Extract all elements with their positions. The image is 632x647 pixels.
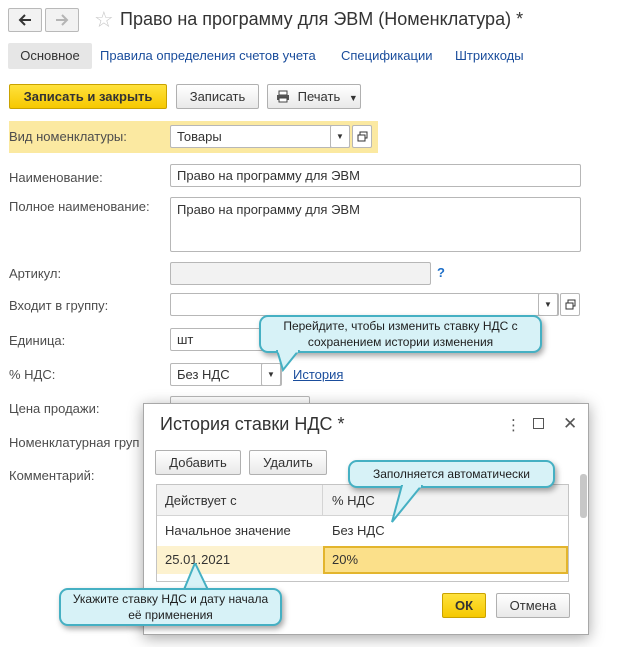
callout-history: Перейдите, чтобы изменить ставку НДС с с…: [259, 315, 542, 353]
callout-auto-pointer: [391, 485, 424, 523]
vat-label: % НДС:: [9, 367, 56, 382]
page-title: Право на программу для ЭВМ (Номенклатура…: [120, 9, 524, 29]
open-button[interactable]: [352, 125, 372, 148]
add-button[interactable]: Добавить: [155, 450, 241, 475]
article-label: Артикул:: [9, 266, 62, 281]
maximize-icon[interactable]: [533, 418, 544, 429]
name-label: Наименование:: [9, 170, 103, 185]
cancel-button[interactable]: Отмена: [496, 593, 570, 618]
nomenclature-group-label: Номенклатурная груп: [9, 435, 140, 450]
table-header: Действует с % НДС: [157, 485, 568, 516]
group-dropdown-button[interactable]: ▼: [538, 293, 558, 316]
callout-history-pointer: [275, 350, 301, 372]
article-field[interactable]: [170, 262, 431, 285]
help-icon[interactable]: ?: [437, 265, 445, 280]
comment-label: Комментарий:: [9, 468, 95, 483]
more-icon[interactable]: ⋮: [506, 416, 521, 434]
unit-label: Единица:: [9, 333, 66, 348]
open-window-icon: [565, 299, 575, 310]
group-label: Входит в группу:: [9, 298, 109, 313]
callout-auto: Заполняется автоматически: [348, 460, 555, 488]
save-and-close-button[interactable]: Записать и закрыть: [9, 84, 167, 109]
tab-barcodes[interactable]: Штрихкоды: [455, 48, 524, 63]
callout-history-text: Перейдите, чтобы изменить ставку НДС с с…: [283, 319, 518, 349]
scrollbar[interactable]: [580, 470, 588, 580]
column-header-date[interactable]: Действует с: [165, 493, 237, 508]
print-label: Печать: [297, 89, 341, 104]
chevron-down-icon: ▼: [336, 132, 344, 141]
arrow-right-icon: [56, 14, 69, 26]
chevron-down-icon: ▼: [544, 300, 552, 309]
callout-specify-text: Укажите ставку НДС и дату начала её прим…: [72, 592, 269, 622]
row-1-vat[interactable]: Без НДС: [332, 523, 385, 538]
tab-main[interactable]: Основное: [8, 43, 92, 69]
callout-auto-text: Заполняется автоматически: [373, 467, 530, 481]
forward-button[interactable]: [45, 8, 79, 32]
chevron-down-icon: ▼: [348, 93, 358, 103]
column-divider: [322, 485, 323, 516]
full-name-label: Полное наименование:: [9, 199, 150, 214]
back-button[interactable]: [8, 8, 42, 32]
close-icon[interactable]: ✕: [563, 414, 577, 434]
print-button[interactable]: Печать ▼: [267, 84, 361, 109]
vat-history-table: Действует с % НДС Начальное значение Без…: [156, 484, 569, 582]
name-field[interactable]: Право на программу для ЭВМ: [170, 164, 581, 187]
full-name-field[interactable]: Право на программу для ЭВМ: [170, 197, 581, 252]
arrow-left-icon: [18, 14, 31, 26]
row-1-date[interactable]: Начальное значение: [165, 523, 291, 538]
delete-button[interactable]: Удалить: [249, 450, 327, 475]
group-open-button[interactable]: [560, 293, 580, 316]
tab-account-rules[interactable]: Правила определения счетов учета: [100, 48, 316, 63]
callout-specify: Укажите ставку НДС и дату начала её прим…: [59, 588, 282, 626]
price-label: Цена продажи:: [9, 401, 100, 416]
ok-button[interactable]: ОК: [442, 593, 486, 618]
dialog-title: История ставки НДС *: [160, 414, 345, 434]
nomenclature-type-label: Вид номенклатуры:: [9, 129, 127, 144]
chevron-down-icon: ▼: [267, 370, 275, 379]
nomenclature-type-field[interactable]: Товары: [170, 125, 350, 148]
tab-specifications[interactable]: Спецификации: [341, 48, 433, 63]
row-2-vat-editor[interactable]: 20%: [323, 546, 568, 574]
open-window-icon: [357, 131, 367, 142]
dropdown-button[interactable]: ▼: [330, 125, 350, 148]
save-button[interactable]: Записать: [176, 84, 259, 109]
group-field[interactable]: [170, 293, 559, 316]
star-icon[interactable]: ☆: [94, 7, 114, 33]
column-header-vat[interactable]: % НДС: [332, 493, 375, 508]
row-2-vat: 20%: [332, 552, 359, 567]
printer-icon: [277, 90, 289, 103]
scrollbar-thumb[interactable]: [580, 474, 587, 518]
